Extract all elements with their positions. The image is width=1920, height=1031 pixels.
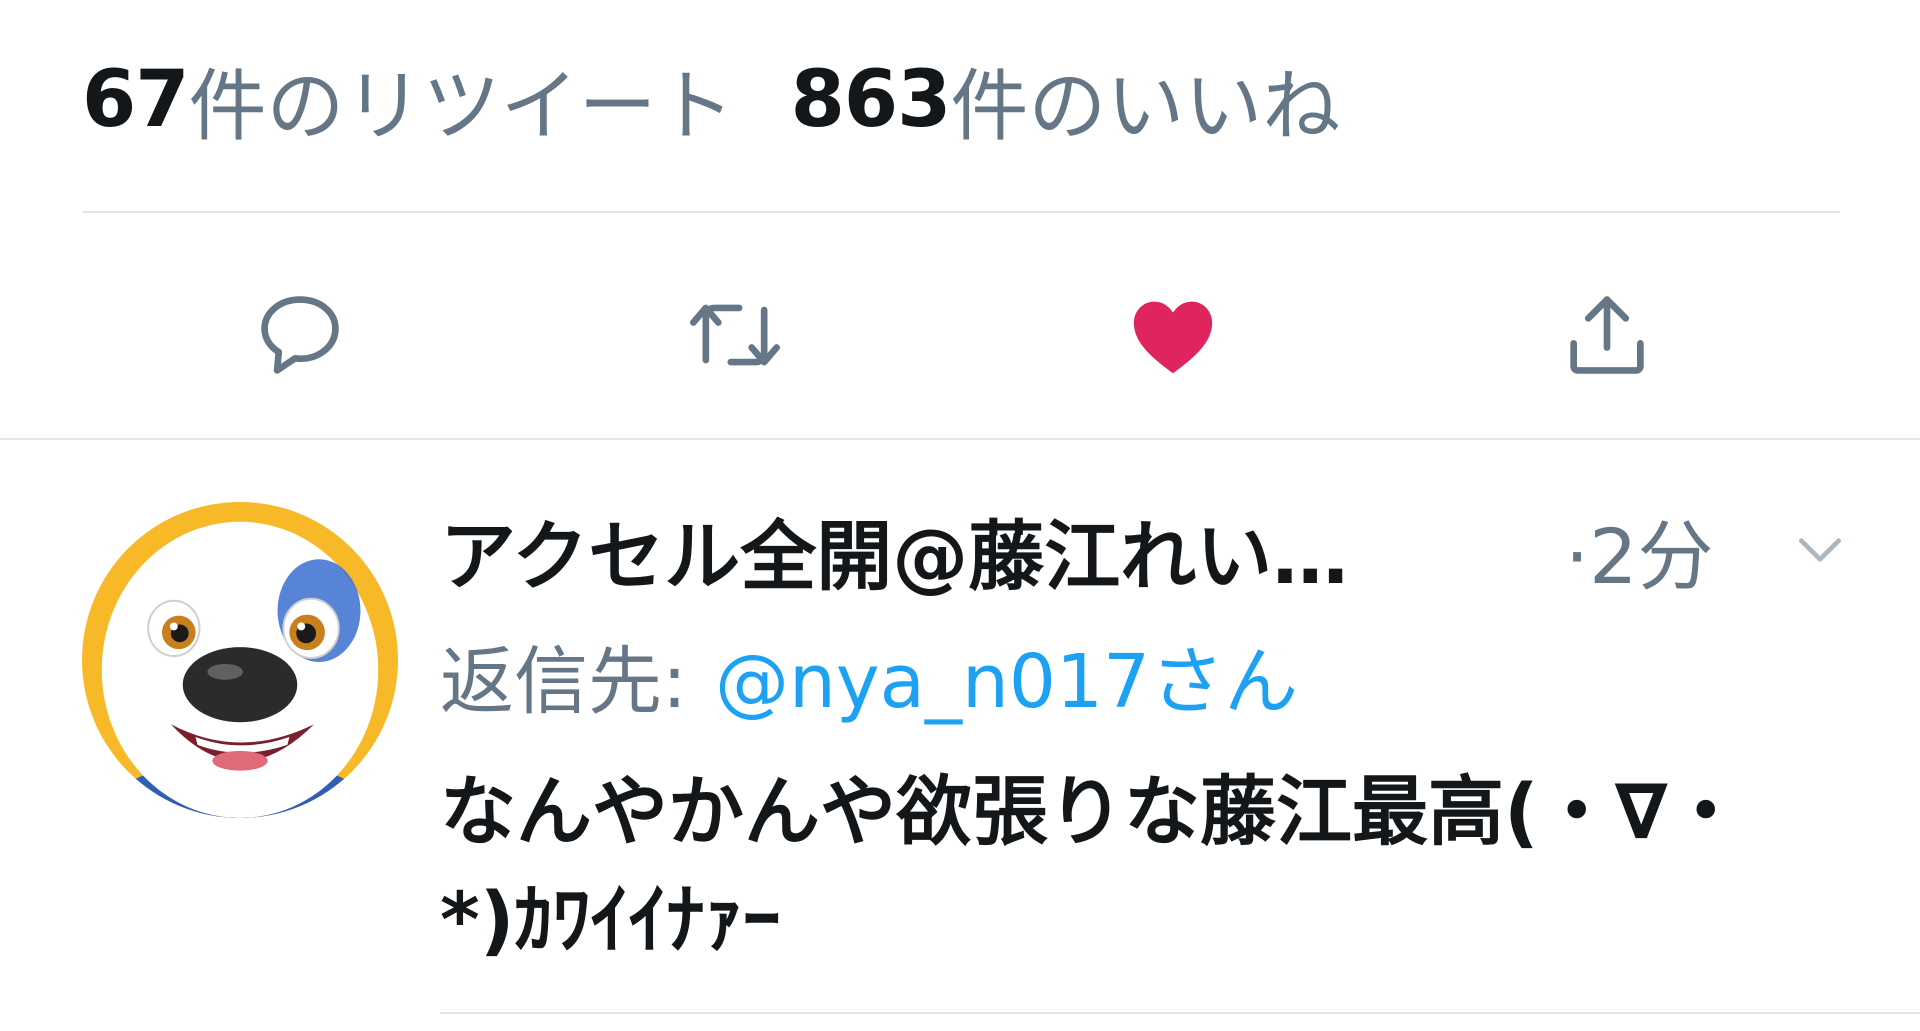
chevron-down-icon [1799,538,1841,562]
retweet-button[interactable] [680,280,790,390]
reply-context: 返信先: @nya_n017さん [440,625,1298,725]
divider [440,1012,1920,1014]
display-name[interactable]: アクセル全開@藤江れい… [440,495,1480,605]
reply-prefix: 返信先: [440,638,687,725]
like-count-label[interactable]: 件のいいね [950,44,1340,156]
reply-tweet[interactable]: アクセル全開@藤江れい… ·2分 返信先: @nya_n017さん なんやかんや… [0,440,1920,1012]
reply-button[interactable] [245,280,355,390]
dog-avatar-illustration [82,502,398,818]
engagement-stats: 67 件のリツイート 863 件のいいね [82,40,1396,160]
tweet-timestamp[interactable]: ·2分 [1565,495,1714,605]
tweet-text: なんやかんや欲張りな藤江最高(・∇・*)ｶﾜｲｲﾅｧｰ [440,767,1744,964]
heart-icon [1133,301,1213,374]
retweet-count[interactable]: 67 [82,55,190,145]
share-icon [1570,296,1644,374]
share-button[interactable] [1552,280,1662,390]
like-count[interactable]: 863 [791,55,952,145]
like-button[interactable] [1118,280,1228,390]
retweet-count-label[interactable]: 件のリツイート [189,44,735,156]
retweet-icon [690,304,780,366]
tweet-header: アクセル全開@藤江れい… [440,495,1480,605]
reply-icon [261,296,339,374]
reply-to-handle-link[interactable]: @nya_n017さん [715,622,1298,729]
tweet-menu-button[interactable] [1790,520,1850,580]
tweet-action-bar [0,250,1920,410]
divider [82,211,1840,213]
avatar[interactable] [82,502,398,818]
